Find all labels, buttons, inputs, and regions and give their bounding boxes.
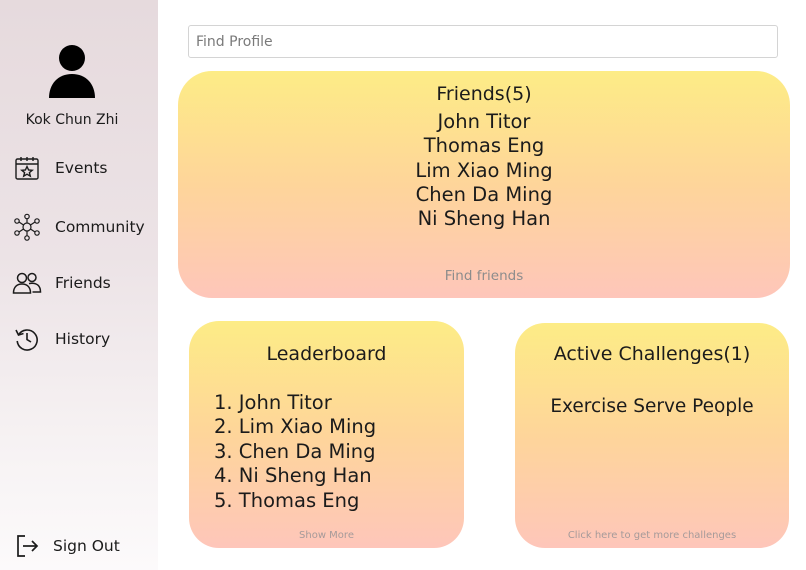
- more-challenges-link[interactable]: Click here to get more challenges: [515, 530, 789, 541]
- user-avatar-icon: [47, 44, 97, 100]
- calendar-star-icon: [12, 153, 42, 183]
- find-friends-link[interactable]: Find friends: [178, 268, 790, 284]
- leaderboard-title: Leaderboard: [266, 343, 387, 365]
- friends-list: John Titor Thomas Eng Lim Xiao Ming Chen…: [178, 110, 790, 231]
- challenges-title: Active Challenges(1): [553, 343, 751, 365]
- user-name: Kok Chun Zhi: [25, 112, 119, 128]
- sidebar-item-label: History: [55, 330, 111, 348]
- sidebar-item-label: Community: [55, 218, 145, 236]
- sidebar-item-friends[interactable]: Friends: [12, 266, 158, 300]
- network-icon: [12, 212, 42, 242]
- leaderboard-entry: 5. Thomas Eng: [214, 488, 360, 512]
- sidebar-item-history[interactable]: History: [12, 322, 158, 356]
- leaderboard-entry: 4. Ni Sheng Han: [214, 464, 372, 488]
- friend-item[interactable]: Chen Da Ming: [178, 183, 790, 207]
- friend-item[interactable]: Lim Xiao Ming: [178, 159, 790, 183]
- leaderboard-list: 1. John Titor 2. Lim Xiao Ming 3. Chen D…: [214, 391, 376, 513]
- sign-out-label: Sign Out: [53, 537, 120, 555]
- show-more-link[interactable]: Show More: [189, 530, 464, 541]
- active-challenges-card: Active Challenges(1) Exercise Serve Peop…: [515, 323, 789, 548]
- friends-title: Friends(5): [436, 83, 532, 105]
- sign-out-icon: [12, 531, 42, 561]
- friends-card: Friends(5) John Titor Thomas Eng Lim Xia…: [178, 71, 790, 298]
- friend-item[interactable]: Ni Sheng Han: [178, 207, 790, 231]
- sidebar-item-label: Friends: [55, 274, 111, 292]
- sign-out-button[interactable]: Sign Out: [12, 529, 158, 563]
- sidebar-item-community[interactable]: Community: [12, 210, 158, 244]
- leaderboard-entry: 1. John Titor: [214, 391, 332, 414]
- sidebar: Kok Chun Zhi Events Community Friends Hi…: [0, 0, 158, 570]
- find-profile-input[interactable]: [188, 25, 778, 58]
- friend-item[interactable]: Thomas Eng: [178, 134, 790, 158]
- sidebar-item-events[interactable]: Events: [12, 151, 158, 185]
- sidebar-item-label: Events: [55, 159, 108, 177]
- leaderboard-entry: 2. Lim Xiao Ming: [214, 415, 377, 439]
- friend-item[interactable]: John Titor: [178, 110, 790, 134]
- challenge-item[interactable]: Exercise Serve People: [515, 396, 789, 417]
- leaderboard-card: Leaderboard 1. John Titor 2. Lim Xiao Mi…: [189, 321, 464, 548]
- people-icon: [12, 268, 42, 298]
- history-icon: [12, 324, 42, 354]
- leaderboard-entry: 3. Chen Da Ming: [214, 439, 376, 463]
